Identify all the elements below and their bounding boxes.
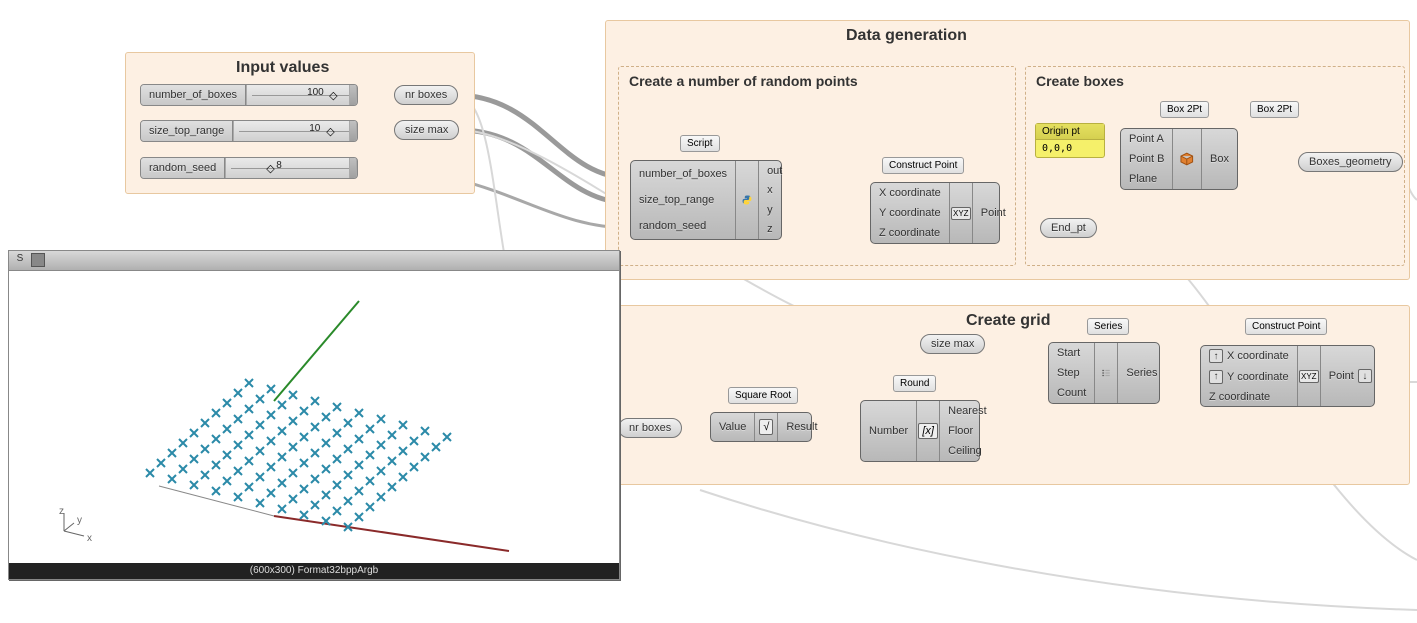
tag-round: Round bbox=[893, 375, 936, 392]
tag-box2pt-b: Box 2Pt bbox=[1250, 101, 1299, 118]
param-size-max[interactable]: size max bbox=[394, 120, 459, 140]
component-series[interactable]: Start Step Count Series bbox=[1048, 342, 1160, 404]
panel-origin-pt[interactable]: Origin pt 0,0,0 bbox=[1035, 123, 1105, 158]
slider-size-top-range[interactable]: size_top_range 10 ◇ bbox=[140, 120, 358, 142]
viewport-tab-s[interactable]: S bbox=[13, 253, 27, 267]
box-icon bbox=[1173, 129, 1201, 189]
param-end-pt[interactable]: End_pt bbox=[1040, 218, 1097, 238]
port-in-number[interactable]: Number bbox=[861, 423, 916, 439]
viewport-titlebar[interactable]: S bbox=[9, 251, 619, 271]
python-icon bbox=[736, 161, 758, 239]
series-icon bbox=[1095, 343, 1117, 403]
port-in-value[interactable]: Value bbox=[711, 419, 754, 435]
slider-label: size_top_range bbox=[141, 121, 233, 141]
subgroup-title-random: Create a number of random points bbox=[629, 73, 858, 89]
group-title-input: Input values bbox=[236, 59, 329, 77]
tag-sqrt: Square Root bbox=[728, 387, 798, 404]
xyz-icon: XYZ bbox=[1298, 346, 1320, 406]
port-out-box[interactable]: Box bbox=[1202, 151, 1237, 167]
subgroup-title-boxes: Create boxes bbox=[1036, 73, 1124, 89]
component-box-2pt[interactable]: Point A Point B Plane Box bbox=[1120, 128, 1238, 190]
xyz-icon: XYZ bbox=[950, 183, 972, 243]
port-in-z[interactable]: Z coordinate bbox=[871, 225, 949, 241]
viewport-footer: (600x300) Format32bppArgb bbox=[9, 563, 619, 579]
port-in-random-seed[interactable]: random_seed bbox=[631, 218, 735, 234]
port-in-x2[interactable]: ↑X coordinate bbox=[1201, 347, 1297, 365]
param-nr-boxes-2[interactable]: nr boxes bbox=[618, 418, 682, 438]
slider-label: random_seed bbox=[141, 158, 225, 178]
graft-icon: ↑ bbox=[1209, 349, 1223, 363]
svg-text:y: y bbox=[77, 515, 82, 526]
port-out-result[interactable]: Result bbox=[778, 419, 825, 435]
port-out-floor[interactable]: Floor bbox=[940, 423, 995, 439]
port-in-y[interactable]: Y coordinate bbox=[871, 205, 949, 221]
tag-box2pt-a: Box 2Pt bbox=[1160, 101, 1209, 118]
port-out-nearest[interactable]: Nearest bbox=[940, 403, 995, 419]
svg-text:z: z bbox=[59, 506, 64, 517]
panel-header: Origin pt bbox=[1036, 124, 1104, 140]
flatten-icon: ↓ bbox=[1358, 369, 1372, 383]
param-size-max-2[interactable]: size max bbox=[920, 334, 985, 354]
port-in-point-b[interactable]: Point B bbox=[1121, 151, 1172, 167]
port-out-z[interactable]: z bbox=[759, 221, 790, 237]
port-out-ceiling[interactable]: Ceiling bbox=[940, 443, 995, 459]
port-out-y[interactable]: y bbox=[759, 202, 790, 218]
port-out-point2[interactable]: Point↓ bbox=[1321, 367, 1380, 385]
port-in-plane[interactable]: Plane bbox=[1121, 171, 1172, 187]
sqrt-icon: √ bbox=[755, 413, 777, 441]
port-out-point[interactable]: Point bbox=[973, 205, 1014, 221]
slider-label: number_of_boxes bbox=[141, 85, 246, 105]
component-construct-point-2[interactable]: ↑X coordinate ↑Y coordinate Z coordinate… bbox=[1200, 345, 1375, 407]
tag-construct-point: Construct Point bbox=[882, 157, 964, 174]
tag-construct-point-2: Construct Point bbox=[1245, 318, 1327, 335]
panel-body: 0,0,0 bbox=[1036, 140, 1104, 157]
graft-icon: ↑ bbox=[1209, 370, 1223, 384]
port-in-number-of-boxes[interactable]: number_of_boxes bbox=[631, 166, 735, 182]
slider-number-of-boxes[interactable]: number_of_boxes 100 ◇ bbox=[140, 84, 358, 106]
component-round[interactable]: Number [x] Nearest Floor Ceiling bbox=[860, 400, 980, 462]
port-in-x[interactable]: X coordinate bbox=[871, 185, 949, 201]
svg-text:x: x bbox=[87, 533, 92, 544]
port-in-point-a[interactable]: Point A bbox=[1121, 131, 1172, 147]
port-in-z2[interactable]: Z coordinate bbox=[1201, 389, 1297, 405]
param-boxes-geometry[interactable]: Boxes_geometry bbox=[1298, 152, 1403, 172]
tag-script: Script bbox=[680, 135, 720, 152]
tag-series: Series bbox=[1087, 318, 1129, 335]
port-in-start[interactable]: Start bbox=[1049, 345, 1094, 361]
port-in-step[interactable]: Step bbox=[1049, 365, 1094, 381]
group-title-data: Data generation bbox=[846, 27, 967, 45]
port-out-x[interactable]: x bbox=[759, 182, 790, 198]
group-title-grid: Create grid bbox=[966, 312, 1050, 330]
component-python-script[interactable]: number_of_boxes size_top_range random_se… bbox=[630, 160, 782, 240]
component-construct-point[interactable]: X coordinate Y coordinate Z coordinate X… bbox=[870, 182, 1000, 244]
port-in-y2[interactable]: ↑Y coordinate bbox=[1201, 368, 1297, 386]
component-square-root[interactable]: Value √ Result bbox=[710, 412, 812, 442]
viewport-canvas: x y z bbox=[9, 271, 619, 563]
port-out-series[interactable]: Series bbox=[1118, 365, 1165, 381]
port-in-count[interactable]: Count bbox=[1049, 385, 1094, 401]
port-in-size-top-range[interactable]: size_top_range bbox=[631, 192, 735, 208]
param-nr-boxes[interactable]: nr boxes bbox=[394, 85, 458, 105]
port-out-out[interactable]: out bbox=[759, 163, 790, 179]
image-viewport: S x y z (600x300) Format32bppArgb bbox=[8, 250, 620, 580]
viewport-tab-icon[interactable] bbox=[31, 253, 45, 267]
slider-random-seed[interactable]: random_seed 8 ◇ bbox=[140, 157, 358, 179]
round-icon: [x] bbox=[917, 401, 939, 461]
